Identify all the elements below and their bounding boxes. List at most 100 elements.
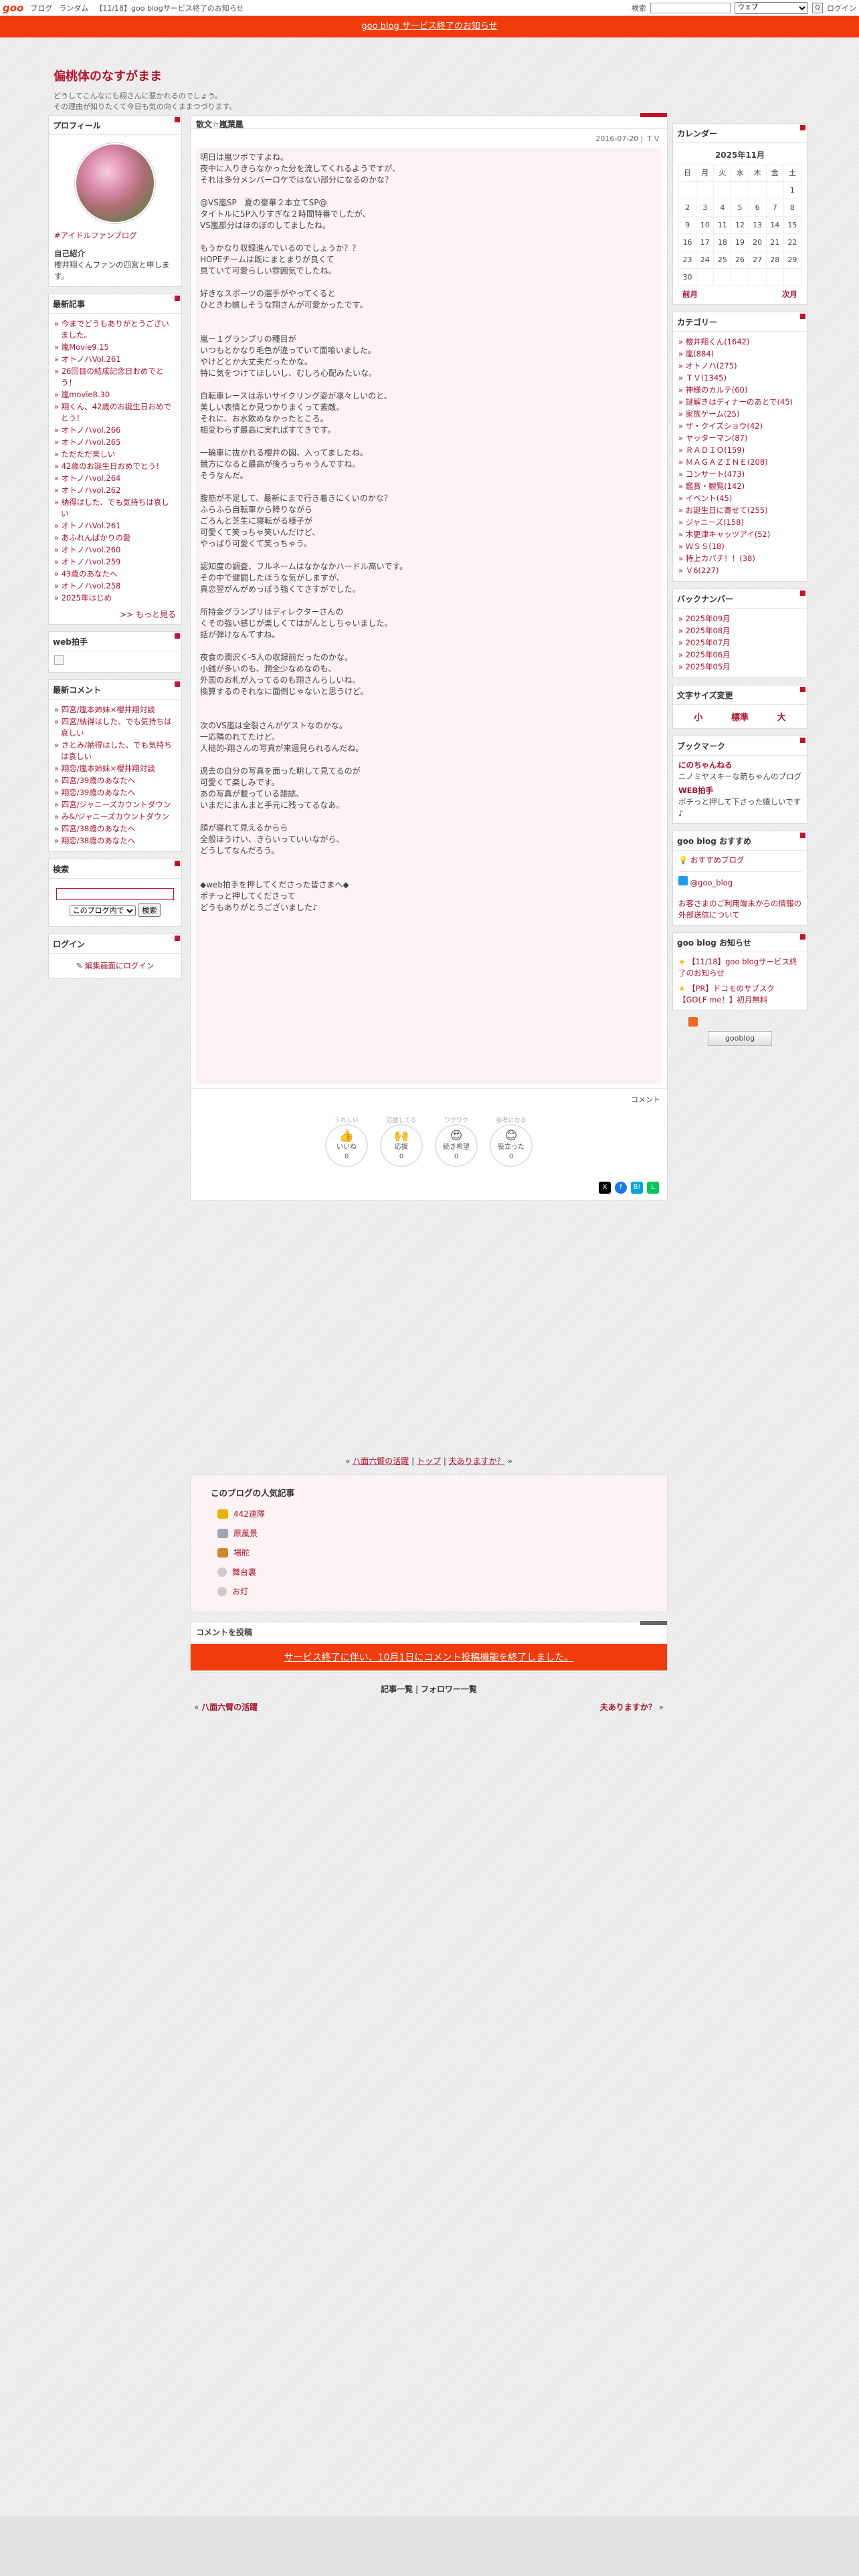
- recent-post-link[interactable]: 43歳のあなたへ: [54, 568, 176, 580]
- top-link[interactable]: トップ: [417, 1457, 441, 1466]
- recent-post-link[interactable]: オトノハvol.264: [54, 473, 176, 484]
- recent-post-link[interactable]: オトノハvol.262: [54, 485, 176, 496]
- search-go-icon[interactable]: Q: [812, 2, 823, 13]
- random-link[interactable]: ランダム: [59, 3, 88, 13]
- next-month-link[interactable]: 次月: [782, 289, 797, 300]
- category-link[interactable]: 家族ゲーム(25): [678, 409, 801, 420]
- recent-post-link[interactable]: ただただ楽しい: [54, 449, 176, 460]
- category-link[interactable]: 櫻井翔くん(1642): [678, 336, 801, 348]
- recent-post-link[interactable]: あふれんばかりの愛: [54, 532, 176, 544]
- recent-post-link[interactable]: オトノハvol.266: [54, 425, 176, 436]
- recent-comment-link[interactable]: み&/ジャニーズカウントダウン: [54, 811, 176, 823]
- recent-post-link[interactable]: オトノハvol.258: [54, 580, 176, 592]
- reaction-circle[interactable]: 👍 いいね 0: [325, 1124, 368, 1167]
- backnumber-link[interactable]: 2025年07月: [678, 637, 801, 649]
- calendar-day[interactable]: 7: [765, 199, 784, 217]
- recent-post-link[interactable]: 翔くん、42歳のお誕生日おめでとう！: [54, 401, 176, 424]
- goo-logo[interactable]: goo: [3, 2, 23, 14]
- footer-prev-link[interactable]: 八面六臂の活躍: [201, 1703, 258, 1712]
- recent-post-link[interactable]: 42歳のお誕生日おめでとう！: [54, 461, 176, 472]
- calendar-day[interactable]: 24: [696, 251, 714, 269]
- comment-closed-notice[interactable]: サービス終了に伴い、10月1日にコメント投稿機能を終了しました。: [191, 1644, 667, 1671]
- blog-search-scope[interactable]: このブログ内で: [69, 905, 136, 916]
- next-article-link[interactable]: 夫ありますか？: [449, 1457, 505, 1466]
- backnumber-link[interactable]: 2025年05月: [678, 661, 801, 673]
- recommend-blog-link[interactable]: おすすめブログ: [690, 855, 745, 865]
- calendar-day[interactable]: 18: [713, 233, 732, 251]
- popular-link[interactable]: 原風景: [233, 1527, 258, 1539]
- category-link[interactable]: 鑑賞・観覧(142): [678, 481, 801, 492]
- recent-post-link[interactable]: オトノハVol.261: [54, 354, 176, 365]
- recent-comment-link[interactable]: 四宮/嵐本姉妹×櫻井翔対談: [54, 704, 176, 716]
- category-link[interactable]: ヤッターマン(87): [678, 433, 801, 444]
- calendar-day[interactable]: 12: [731, 216, 749, 234]
- calendar-day[interactable]: 16: [678, 233, 697, 251]
- article-list-link[interactable]: 記事一覧: [381, 1685, 413, 1694]
- reaction-circle[interactable]: 😍 続き希望 0: [435, 1124, 478, 1167]
- popular-link[interactable]: お灯: [232, 1586, 248, 1597]
- calendar-day[interactable]: 21: [765, 233, 784, 251]
- recent-comment-link[interactable]: 四宮/38歳のあなたへ: [54, 823, 176, 835]
- blog-title[interactable]: 偏桃体のなすがまま: [54, 67, 859, 84]
- calendar-day[interactable]: 6: [748, 199, 767, 217]
- category-link[interactable]: Ｖ6(227): [678, 565, 801, 576]
- calendar-day[interactable]: 22: [783, 233, 802, 251]
- popular-link[interactable]: 舞台裏: [232, 1566, 256, 1578]
- blog-search-input[interactable]: [56, 888, 174, 900]
- category-link[interactable]: ＭＡＧＡＺＩＮＥ(208): [678, 457, 801, 468]
- recent-comment-link[interactable]: 翔恋/39歳のあなたへ: [54, 787, 176, 798]
- recent-post-link[interactable]: オトノハvol.260: [54, 544, 176, 556]
- calendar-day[interactable]: 27: [748, 251, 767, 269]
- calendar-day[interactable]: 2: [678, 199, 697, 217]
- calendar-day[interactable]: 19: [731, 233, 749, 251]
- reaction-button[interactable]: 応援してる 🙌 応援 0: [379, 1115, 423, 1167]
- recent-post-link[interactable]: 納得はした、でも気持ちは哀しい: [54, 497, 176, 520]
- gooblog-banner[interactable]: gooblog: [708, 1031, 772, 1046]
- calendar-day[interactable]: 14: [765, 216, 784, 234]
- backnumber-link[interactable]: 2025年09月: [678, 613, 801, 625]
- rss-icon[interactable]: [688, 1017, 698, 1027]
- calendar-day[interactable]: 20: [748, 233, 767, 251]
- category-link[interactable]: 嵐(884): [678, 348, 801, 360]
- bookmark-link-1[interactable]: にのちゃんねる: [678, 760, 733, 770]
- external-info-link[interactable]: お客さまのご利用端末からの情報の外部送信について: [678, 899, 801, 920]
- search-scope-select[interactable]: ウェブ: [735, 1, 808, 14]
- calendar-day[interactable]: 5: [731, 199, 749, 217]
- avatar[interactable]: [75, 143, 155, 223]
- calendar-day[interactable]: 4: [713, 199, 732, 217]
- category-link[interactable]: 特上カバチ！！(38): [678, 553, 801, 564]
- calendar-day[interactable]: 29: [783, 251, 802, 269]
- facebook-share-icon[interactable]: f: [615, 1182, 627, 1194]
- category-link[interactable]: ジャニーズ(158): [678, 517, 801, 528]
- font-normal-button[interactable]: 標準: [731, 710, 749, 723]
- edit-login-link[interactable]: 編集画面にログイン: [85, 961, 155, 970]
- recent-comment-link[interactable]: さとみ/納得はした、でも気持ちは哀しい: [54, 740, 176, 762]
- calendar-day[interactable]: 25: [713, 251, 732, 269]
- article-date[interactable]: 2016-07-20 | ＴＶ: [191, 129, 667, 148]
- recent-comment-link[interactable]: 翔恋/38歳のあなたへ: [54, 835, 176, 847]
- calendar-day[interactable]: 10: [696, 216, 714, 234]
- recent-post-link[interactable]: オトノハvol.259: [54, 556, 176, 568]
- category-link[interactable]: 謎解きはディナーのあとで(45): [678, 397, 801, 408]
- category-link[interactable]: ザ・クイズショウ(42): [678, 421, 801, 432]
- category-link[interactable]: ＲＡＤＩＯ(159): [678, 445, 801, 456]
- calendar-day[interactable]: 13: [748, 216, 767, 234]
- calendar-day[interactable]: 1: [783, 181, 802, 199]
- font-small-button[interactable]: 小: [694, 710, 702, 723]
- news-link-2[interactable]: 【PR】ドコモのサブスク【GOLF me！】初月無料: [678, 984, 775, 1004]
- recent-post-link[interactable]: 嵐movie8.30: [54, 389, 176, 401]
- footer-next-link[interactable]: 夫ありますか？: [600, 1703, 656, 1712]
- reaction-button[interactable]: ワクワク 😍 続き希望 0: [434, 1115, 478, 1167]
- hatena-share-icon[interactable]: B!: [631, 1182, 643, 1194]
- prev-article-link[interactable]: 八面六臂の活躍: [353, 1457, 409, 1466]
- popular-link[interactable]: 442連隊: [233, 1508, 265, 1519]
- calendar-day[interactable]: 28: [765, 251, 784, 269]
- follower-list-link[interactable]: フォロワー一覧: [421, 1685, 477, 1694]
- backnumber-link[interactable]: 2025年06月: [678, 649, 801, 661]
- global-search-input[interactable]: [650, 2, 731, 13]
- recent-post-link[interactable]: 今までどうもありがとうございました。: [54, 318, 176, 341]
- calendar-day[interactable]: 23: [678, 251, 697, 269]
- category-link[interactable]: お誕生日に寄せて(255): [678, 505, 801, 516]
- profile-tag-link[interactable]: #アイドルファンブログ: [54, 231, 137, 240]
- blog-link[interactable]: ブログ: [30, 3, 52, 13]
